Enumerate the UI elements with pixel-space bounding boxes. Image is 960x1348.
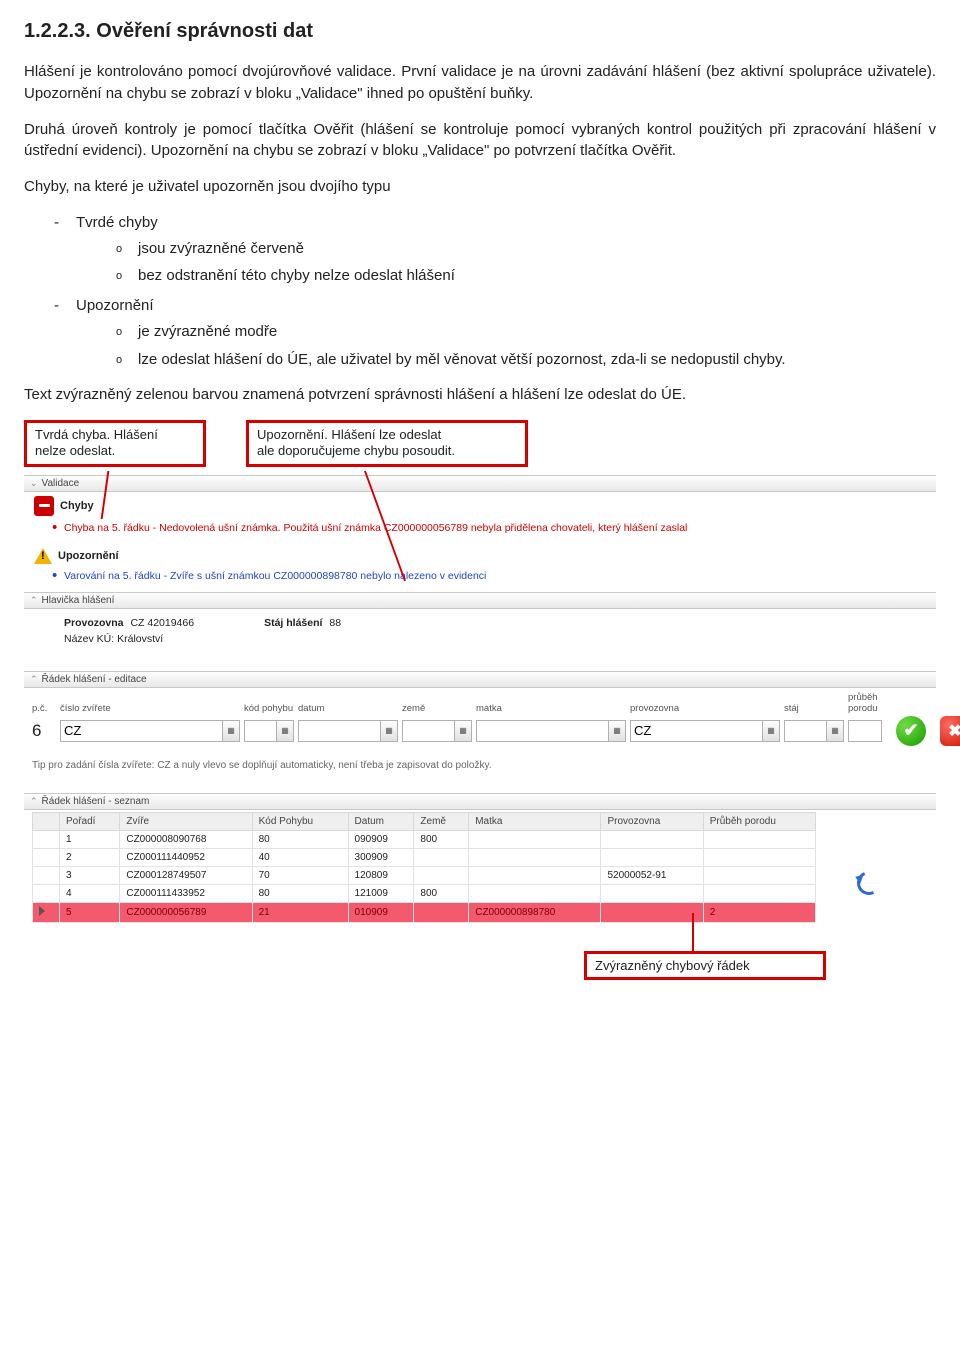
col-pc: p.č. <box>32 703 56 714</box>
chevron-icon: ⌄ <box>30 478 38 489</box>
dropdown-icon[interactable]: ▦ <box>609 720 626 742</box>
panel-edit-head[interactable]: ⌃ Řádek hlášení - editace <box>24 671 936 688</box>
hard-errors-label: Tvrdé chyby <box>76 214 158 231</box>
col-matka: matka <box>476 703 626 714</box>
warning-icon <box>34 548 52 564</box>
errors-label: Chyby <box>60 500 94 512</box>
dropdown-icon[interactable]: ▦ <box>827 720 844 742</box>
panel-seznam-head[interactable]: ⌃ Řádek hlášení - seznam <box>24 793 936 810</box>
table-row[interactable]: 2CZ00011144095240300909 <box>33 848 816 866</box>
header-info: Provozovna CZ 42019466 Název KÚ: Královs… <box>24 609 936 653</box>
staj-label: Stáj hlášení <box>264 617 322 629</box>
confirm-button[interactable] <box>896 716 926 746</box>
col-staj: stáj <box>784 703 844 714</box>
chevron-icon: ⌃ <box>30 796 38 807</box>
chevron-icon: ⌃ <box>30 595 38 606</box>
calendar-icon[interactable]: ▦ <box>381 720 398 742</box>
errors-header: Chyby <box>24 492 936 520</box>
provozovna-input[interactable] <box>630 720 763 742</box>
th-provoz: Provozovna <box>601 812 703 830</box>
table-row[interactable]: 1CZ00000809076880090909800 <box>33 830 816 848</box>
annot-right-l2: ale doporučujeme chybu posoudit. <box>257 443 455 458</box>
stop-icon <box>34 496 54 516</box>
col-provoz: provozovna <box>630 703 780 714</box>
zeme-input[interactable] <box>402 720 455 742</box>
th-zvire: Zvíře <box>120 812 252 830</box>
warnings-label-shot: Upozornění <box>58 550 119 562</box>
nazev-label: Název KÚ: <box>64 633 114 645</box>
annotation-error-row: Zvýrazněný chybový řádek <box>584 951 826 980</box>
porod-input[interactable] <box>848 720 882 742</box>
kod-pohybu-input[interactable] <box>244 720 277 742</box>
dropdown-icon[interactable]: ▦ <box>223 720 240 742</box>
row-pointer-icon <box>39 906 45 916</box>
cislo-zvirete-input[interactable] <box>60 720 223 742</box>
table-row[interactable]: 4CZ00011143395280121009800 <box>33 884 816 902</box>
annotation-row: Tvrdá chyba. Hlášení nelze odeslat. Upoz… <box>24 420 936 467</box>
dropdown-icon[interactable]: ▦ <box>455 720 472 742</box>
panel-validace-title: Validace <box>42 478 80 489</box>
hard-errors-point-1: jsou zvýrazněné červeně <box>116 238 936 260</box>
table-row[interactable]: 5CZ00000005678921010909CZ0000008987802 <box>33 902 816 922</box>
warning-item-1: Varování na 5. řádku - Zvíře s ušní znám… <box>52 570 936 582</box>
warnings-header: Upozornění <box>24 544 936 568</box>
warning-list: Varování na 5. řádku - Zvíře s ušní znám… <box>24 570 936 582</box>
col-datum: datum <box>298 703 398 714</box>
hard-errors-point-2: bez odstranění této chyby nelze odeslat … <box>116 265 936 287</box>
errors-intro: Chyby, na které je uživatel upozorněn js… <box>24 176 936 198</box>
th-matka: Matka <box>469 812 601 830</box>
prov-value: CZ 42019466 <box>130 617 194 629</box>
dropdown-icon[interactable]: ▦ <box>277 720 294 742</box>
panel-hlavicka-title: Hlavička hlášení <box>42 595 115 606</box>
annot-left-l1: Tvrdá chyba. Hlášení <box>35 427 158 442</box>
error-types-list: Tvrdé chyby jsou zvýrazněné červeně bez … <box>24 212 936 371</box>
tip-text: Tip pro zadání čísla zvířete: CZ a nuly … <box>24 754 936 775</box>
annotation-hard-error: Tvrdá chyba. Hlášení nelze odeslat. <box>24 420 206 467</box>
staj-value: 88 <box>329 617 341 629</box>
error-item-1: Chyba na 5. řádku - Nedovolená ušní znám… <box>52 522 936 534</box>
section-heading: 1.2.2.3. Ověření správnosti dat <box>24 20 936 43</box>
panel-validace-head[interactable]: ⌄ Validace <box>24 475 936 492</box>
warnings-point-2: lze odeslat hlášení do ÚE, ale uživatel … <box>116 349 936 371</box>
panel-seznam-title: Řádek hlášení - seznam <box>42 796 150 807</box>
th-datum: Datum <box>348 812 414 830</box>
col-zeme: země <box>402 703 472 714</box>
error-list: Chyba na 5. řádku - Nedovolená ušní znám… <box>24 522 936 534</box>
prov-label: Provozovna <box>64 617 124 629</box>
edit-row-wrapper: p.č. číslo zvířete kód pohybu datum země… <box>24 688 936 754</box>
annot-right-l1: Upozornění. Hlášení lze odeslat <box>257 427 441 442</box>
panel-edit-title: Řádek hlášení - editace <box>42 674 147 685</box>
undo-icon <box>854 867 885 898</box>
th-porod: Průběh porodu <box>703 812 816 830</box>
th-zeme: Země <box>414 812 469 830</box>
col-cislo: číslo zvířete <box>60 703 240 714</box>
rows-table: Pořadí Zvíře Kód Pohybu Datum Země Matka… <box>32 812 816 923</box>
col-kod: kód pohybu <box>244 703 294 714</box>
th-kod: Kód Pohybu <box>252 812 348 830</box>
edit-row-number: 6 <box>32 721 56 741</box>
chevron-icon: ⌃ <box>30 674 38 685</box>
connector-line-bottom <box>692 913 694 953</box>
matka-input[interactable] <box>476 720 609 742</box>
panel-hlavicka-head[interactable]: ⌃ Hlavička hlášení <box>24 592 936 609</box>
paragraph-2: Druhá úroveň kontroly je pomocí tlačítka… <box>24 119 936 163</box>
th-poradi: Pořadí <box>60 812 120 830</box>
warnings-label: Upozornění <box>76 297 154 314</box>
cancel-button[interactable] <box>940 716 960 746</box>
annotation-warning: Upozornění. Hlášení lze odeslat ale dopo… <box>246 420 528 467</box>
dropdown-icon[interactable]: ▦ <box>763 720 780 742</box>
col-porod: průběh porodu <box>848 692 892 714</box>
paragraph-1: Hlášení je kontrolováno pomocí dvojúrovň… <box>24 61 936 105</box>
table-row[interactable]: 3CZ0001287495077012080952000052-91 <box>33 866 816 884</box>
green-text-note: Text zvýrazněný zelenou barvou znamená p… <box>24 384 936 406</box>
nazev-value: Království <box>117 633 163 645</box>
annot-left-l2: nelze odeslat. <box>35 443 115 458</box>
screenshot-area: ⌄ Validace Chyby Chyba na 5. řádku - Ned… <box>24 475 936 923</box>
staj-input[interactable] <box>784 720 827 742</box>
undo-button[interactable] <box>856 870 882 896</box>
warnings-point-1: je zvýrazněné modře <box>116 321 936 343</box>
datum-input[interactable] <box>298 720 381 742</box>
